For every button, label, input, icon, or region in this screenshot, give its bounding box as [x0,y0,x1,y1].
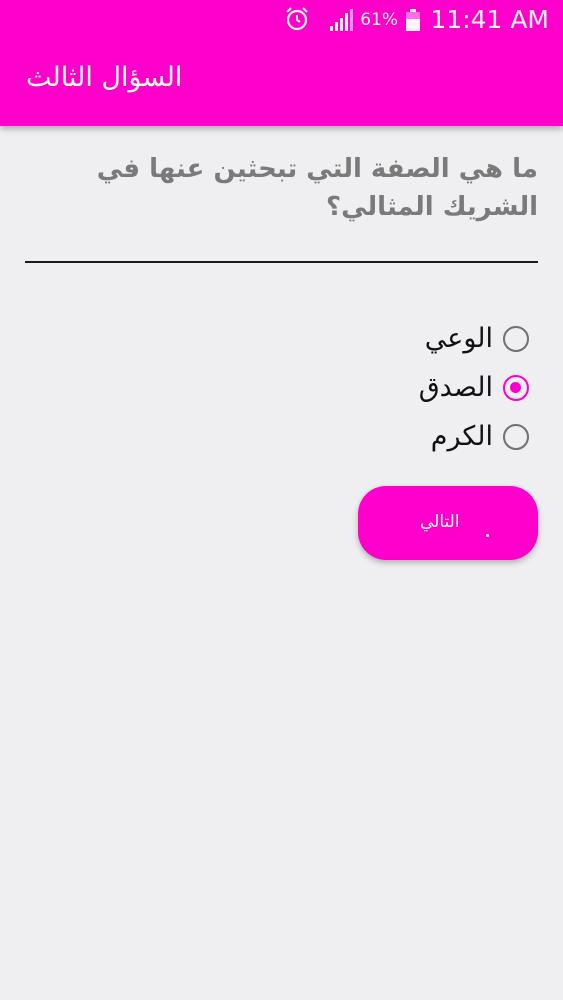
radio-button-3[interactable] [503,423,529,450]
signal-icon [330,9,353,31]
status-time: 11:41 AM [430,5,549,34]
options-radio-group: الوعي الصدق الكرم [229,314,529,461]
next-button[interactable]: التالي [358,486,538,560]
option-3[interactable]: الكرم [229,412,529,461]
radio-button-2-selected[interactable] [503,374,529,401]
option-label-2: الصدق [418,372,493,403]
alarm-icon [286,7,308,31]
divider [25,261,538,263]
next-button-label: التالي [420,512,460,532]
radio-button-1[interactable] [503,325,529,352]
page-title: السؤال الثالث [26,62,183,93]
question-text: ما هي الصفة التي تبحثين عنها في الشريك ا… [96,154,538,222]
option-1[interactable]: الوعي [229,314,529,363]
option-2[interactable]: الصدق [229,363,529,412]
status-bar: 61% 11:41 AM [0,0,563,42]
option-label-3: الكرم [430,421,493,452]
app-bar: 61% 11:41 AM السؤال الثالث [0,0,563,126]
dot [486,534,489,537]
option-label-1: الوعي [424,323,493,354]
battery-icon [406,9,420,31]
battery-percent: 61% [360,10,398,30]
